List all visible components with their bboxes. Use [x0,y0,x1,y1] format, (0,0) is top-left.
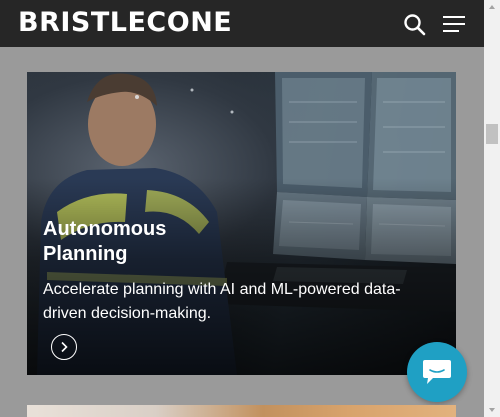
search-icon [404,14,426,36]
chat-bubble-icon [423,360,451,384]
search-button[interactable] [402,12,428,38]
page-scrollbar[interactable] [484,0,500,417]
chevron-right-icon [61,341,68,353]
scroll-up-button[interactable] [484,0,500,14]
hamburger-menu-icon [443,16,465,32]
next-card-preview[interactable] [27,405,456,417]
menu-button[interactable] [441,14,467,34]
card-arrow-button[interactable] [51,334,77,360]
card-title: Autonomous Planning [43,218,167,265]
site-logo[interactable]: BRISTLECONE [18,6,232,40]
site-header: BRISTLECONE [0,0,484,47]
scroll-down-button[interactable] [484,403,500,417]
scroll-down-arrow-icon [489,408,495,412]
scroll-up-arrow-icon [489,5,495,9]
autonomous-planning-card[interactable]: Autonomous Planning Accelerate planning … [27,72,456,375]
chat-button[interactable] [407,342,467,402]
card-description: Accelerate planning with AI and ML-power… [43,281,401,322]
scroll-thumb[interactable] [486,124,498,144]
